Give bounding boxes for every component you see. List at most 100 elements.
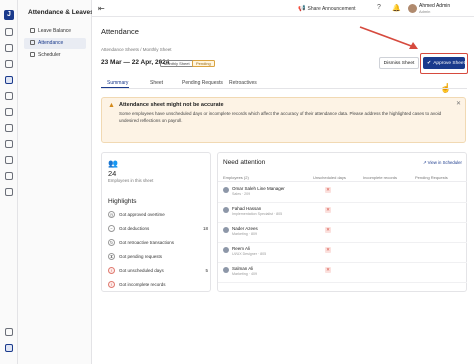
table-row[interactable]: Salman Ali Marketing · 409 ✕ [218,263,467,283]
icon-rail: J [0,0,18,364]
calendar-icon: ! [108,267,115,274]
people-icon[interactable] [5,60,13,68]
avatar [223,267,229,273]
sidebar-item-label: Leave Balance [38,28,72,34]
sidebar-item-label: Attendance [38,40,64,46]
share-label: Share Announcement [307,6,356,12]
column-header: Pending Requests [415,175,448,180]
app-logo[interactable]: J [4,10,14,20]
sheet-type-badge: Monthly Sheet [160,60,194,67]
column-header: Unscheduled days [313,175,346,180]
calendar-icon[interactable] [5,92,13,100]
table-row[interactable]: Omar Saleh Line Manager Sales · 209 ✕ [218,183,467,203]
tab-pending-requests[interactable]: Pending Requests [182,80,223,86]
scheduler-icon [30,52,35,58]
unscheduled-flag-icon: ✕ [325,267,331,273]
gear-icon[interactable] [5,328,13,336]
highlight-value: 18 [202,226,208,231]
alert-title: Attendance sheet might not be accurate [119,102,224,108]
wallet-icon[interactable] [5,108,13,116]
list-icon[interactable] [5,172,13,180]
avatar [223,207,229,213]
avatar [223,227,229,233]
accuracy-alert: ▲ Attendance sheet might not be accurate… [101,97,466,143]
approve-sheet-button[interactable]: ✔ Approve Sheet [423,57,465,69]
highlights-title: Highlights [108,198,137,205]
tab-retroactives[interactable]: Retroactives [229,80,257,86]
page-title: Attendance [101,27,139,36]
column-header: Employees (2) [223,175,249,180]
employee-name[interactable]: Nader Azees [232,226,258,231]
close-icon[interactable]: ✕ [456,100,461,107]
user-icon[interactable] [5,344,13,352]
section-sidebar: Attendance & Leaves Leave Balance Attend… [18,0,94,364]
hourglass-icon: ⧗ [108,253,115,260]
minus-icon: − [108,225,115,232]
document-icon[interactable] [5,140,13,148]
help-icon[interactable]: ? [377,4,381,11]
highlight-row[interactable]: − Got deductions 18 [108,225,208,235]
highlight-row[interactable]: ◷ Got approved overtime [108,211,208,221]
highlight-row[interactable]: ⧗ Got pending requests [108,253,208,263]
unscheduled-flag-icon: ✕ [325,247,331,253]
employee-name[interactable]: Reem Ali [232,246,250,251]
highlight-row[interactable]: ! Got incomplete records [108,281,208,291]
briefcase-icon[interactable] [5,124,13,132]
bolt-icon[interactable] [5,188,13,196]
column-header: Incomplete records [363,175,398,180]
collapse-sidebar-icon[interactable]: ⇤ [98,4,105,13]
sidebar-item-leave-balance[interactable]: Leave Balance [24,26,86,37]
unscheduled-flag-icon: ✕ [325,207,331,213]
need-attention-title: Need attention [223,159,266,166]
home-icon[interactable] [5,28,13,36]
section-title: Attendance & Leaves [28,9,94,16]
employee-name[interactable]: Omar Saleh Line Manager [232,186,285,191]
tab-sheet[interactable]: Sheet [150,80,163,86]
highlight-label: Got deductions [119,226,150,231]
table-row[interactable]: Nader Azees Marketing · 809 ✕ [218,223,467,243]
top-bar: ⇤ 📢 Share Announcement ? 🔔 Ahmed Admin Ad… [92,0,474,17]
refresh-icon: ↻ [108,239,115,246]
employee-role: Marketing · 809 [232,232,257,236]
sidebar-item-scheduler[interactable]: Scheduler [24,50,86,61]
need-attention-card: Need attention ↗ View in Scheduler Emplo… [217,152,467,292]
approve-label: Approve Sheet [433,61,465,66]
breadcrumb[interactable]: Attendance Sheets / Monthly Sheet [101,47,172,52]
highlight-row[interactable]: ↻ Got retroactive transactions [108,239,208,249]
highlight-row[interactable]: ! Got unscheduled days 5 [108,267,208,277]
view-link-label: View in Scheduler [427,160,462,165]
summary-card: 👥 24 Employees in this sheet Highlights … [101,152,211,292]
highlight-label: Got unscheduled days [119,268,164,273]
clock-icon[interactable] [5,76,13,84]
employee-role: Marketing · 409 [232,272,257,276]
tab-summary[interactable]: Summary [107,80,128,86]
employee-name[interactable]: Fahad Hassan [232,206,261,211]
tab-bar: Summary Sheet Pending Requests Retroacti… [101,79,467,89]
bell-icon[interactable]: 🔔 [392,4,401,12]
highlight-label: Got incomplete records [119,282,166,287]
chart-icon[interactable] [5,156,13,164]
clock-icon: ◷ [108,211,115,218]
megaphone-icon: 📢 [298,6,306,12]
check-icon: ✔ [427,60,432,66]
warning-icon: ! [108,281,115,288]
share-announcement-button[interactable]: 📢 Share Announcement [298,5,356,12]
table-row[interactable]: Fahad Hassan Implementation Specialist ·… [218,203,467,223]
highlight-label: Got pending requests [119,254,163,259]
highlight-label: Got retroactive transactions [119,240,175,245]
employee-name[interactable]: Salman Ali [232,266,253,271]
employee-role: Implementation Specialist · 805 [232,212,283,216]
sidebar-item-label: Scheduler [38,52,61,58]
table-row[interactable]: Reem Ali UI/UX Designer · 805 ✕ [218,243,467,263]
employee-count-label: Employees in this sheet [108,178,154,183]
unscheduled-flag-icon: ✕ [325,227,331,233]
view-in-scheduler-link[interactable]: ↗ View in Scheduler [423,160,462,166]
dismiss-sheet-button[interactable]: Dismiss Sheet [379,57,419,69]
inbox-icon[interactable] [5,44,13,52]
warning-icon: ▲ [108,102,115,109]
status-badge: Pending [192,60,215,67]
sidebar-item-attendance[interactable]: Attendance [24,38,86,49]
attendance-icon [30,40,35,46]
unscheduled-flag-icon: ✕ [325,187,331,193]
avatar[interactable] [408,4,417,13]
